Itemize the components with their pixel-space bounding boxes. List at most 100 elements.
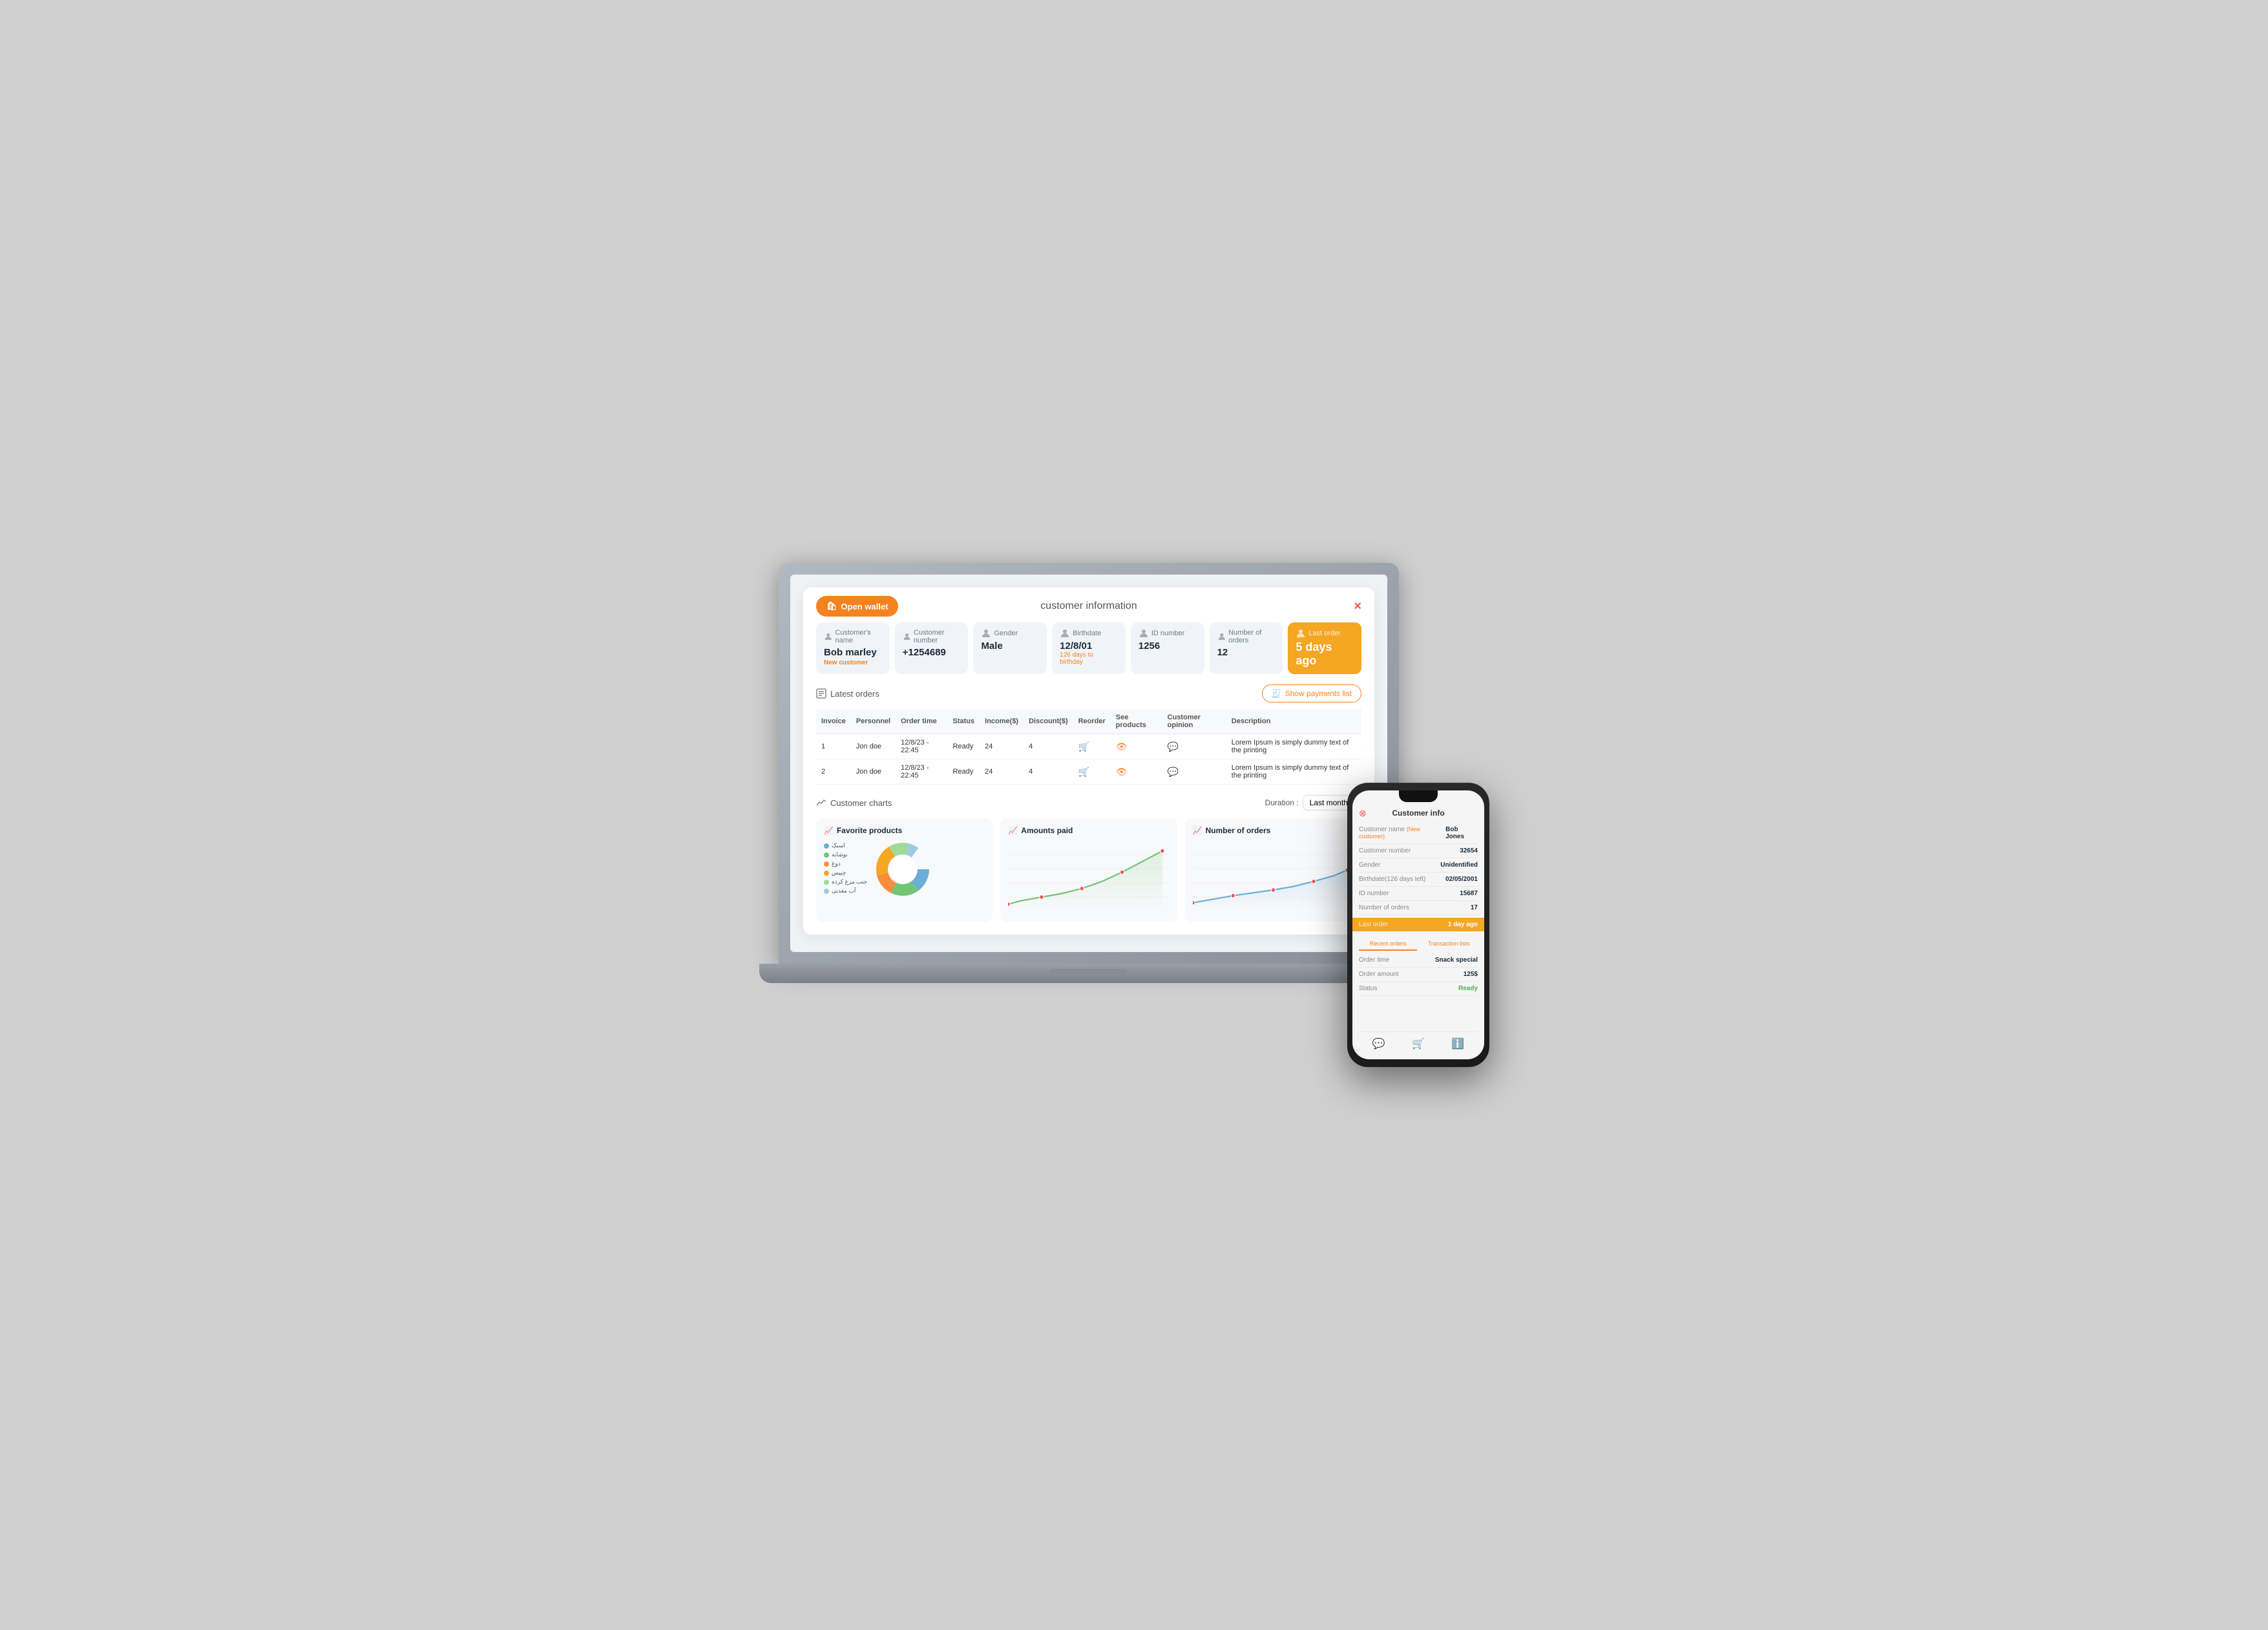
- cell-opinion[interactable]: 💬: [1162, 734, 1226, 759]
- cell-invoice: 2: [816, 759, 851, 785]
- tab-transaction-label: Transaction lists: [1428, 940, 1470, 947]
- phone-birthdate-value: 02/05/2001: [1445, 876, 1478, 883]
- cell-see-products[interactable]: 👁: [1111, 734, 1162, 759]
- show-payments-label: Show payments list: [1285, 689, 1352, 698]
- nav-chat-icon[interactable]: 💬: [1372, 1037, 1385, 1050]
- laptop-body: 🛍 Open wallet customer information × Cus…: [779, 563, 1399, 964]
- phone-row-gender: Gender Unidentified: [1359, 858, 1478, 873]
- info-card-name: Customer's name Bob marley New customer: [816, 622, 890, 674]
- open-wallet-label: Open wallet: [841, 602, 888, 611]
- id-number-value: 1256: [1139, 640, 1197, 651]
- cell-see-products[interactable]: 👁: [1111, 759, 1162, 785]
- tab-recent-orders[interactable]: Recent orders: [1359, 938, 1417, 951]
- chart-icon: 📈: [824, 826, 834, 835]
- table-row: 1 Jon doe 12/8/23 - 22:45 Ready 24 4 🛒 👁…: [816, 734, 1361, 759]
- phone-shell: ⊗ Customer info Customer name (New custo…: [1347, 783, 1489, 1067]
- col-order-time: Order time: [896, 709, 947, 734]
- chart-orders-title: 📈 Number of orders: [1193, 826, 1354, 835]
- phone-bottom-nav: 💬 🛒 ℹ️: [1359, 1032, 1478, 1053]
- col-income: Income($): [980, 709, 1024, 734]
- birthdate-value: 12/8/01: [1060, 640, 1118, 651]
- donut-chart: [874, 840, 932, 898]
- phone-number-label: Customer number: [1359, 847, 1411, 854]
- phone-status: Status Ready: [1359, 982, 1478, 996]
- cell-personnel: Jon doe: [851, 759, 896, 785]
- customer-name-value: Bob marley: [824, 647, 882, 658]
- info-card-name-label: Customer's name: [824, 629, 882, 644]
- latest-orders-header: Latest orders 🧾 Show payments list: [816, 684, 1361, 703]
- cell-status: Ready: [948, 759, 980, 785]
- info-cards: Customer's name Bob marley New customer …: [816, 622, 1361, 674]
- phone: ⊗ Customer info Customer name (New custo…: [1347, 783, 1489, 1067]
- info-card-orders: Number of orders 12: [1210, 622, 1283, 674]
- col-see-products: See products: [1111, 709, 1162, 734]
- chart-icon3: 📈: [1193, 826, 1202, 835]
- birthdate-sub: 126 days to birthday: [1060, 651, 1118, 666]
- nav-info-icon[interactable]: ℹ️: [1451, 1037, 1464, 1050]
- phone-order-time: Order time Snack special: [1359, 953, 1478, 968]
- cell-description: Lorem Ipsum is simply dummy text of the …: [1226, 734, 1361, 759]
- phone-orders-value: 17: [1471, 904, 1478, 911]
- cell-reorder[interactable]: 🛒: [1073, 734, 1111, 759]
- orders-icon: [816, 688, 826, 699]
- cell-discount: 4: [1024, 734, 1073, 759]
- open-wallet-button[interactable]: 🛍 Open wallet: [816, 596, 898, 617]
- phone-row-name: Customer name (New customer) Bob Jones: [1359, 823, 1478, 844]
- chat-icon2: 💬: [1168, 767, 1179, 778]
- info-card-gender: Gender Male: [973, 622, 1047, 674]
- chart-favorite-products: 📈 Favorite products اسنک نوشابه دوغ چیپس…: [816, 818, 992, 922]
- person-icon7: [1296, 629, 1306, 638]
- laptop: 🛍 Open wallet customer information × Cus…: [779, 563, 1399, 1028]
- tab-recent-label: Recent orders: [1370, 940, 1407, 947]
- phone-tabs: Recent orders Transaction lists: [1359, 938, 1478, 951]
- phone-id-value: 15687: [1460, 890, 1478, 897]
- phone-order-amount: Order amount 125$: [1359, 968, 1478, 982]
- phone-name-label: Customer name (New customer): [1359, 826, 1445, 840]
- phone-id-label: ID number: [1359, 890, 1389, 897]
- legend-item: چیپس: [824, 869, 867, 876]
- reorder-icon2: 🛒: [1078, 767, 1089, 778]
- person-icon2: [903, 632, 911, 641]
- close-button[interactable]: ×: [1354, 599, 1361, 614]
- num-orders-chart: [1193, 840, 1354, 911]
- legend-item: اسنک: [824, 842, 867, 849]
- cell-reorder[interactable]: 🛒: [1073, 759, 1111, 785]
- cell-opinion[interactable]: 💬: [1162, 759, 1226, 785]
- person-icon3: [981, 629, 991, 638]
- table-row: 2 Jon doe 12/8/23 - 22:45 Ready 24 4 🛒 👁…: [816, 759, 1361, 785]
- person-icon: [824, 632, 832, 641]
- person-icon5: [1139, 629, 1149, 638]
- latest-orders-title: Latest orders: [816, 688, 879, 699]
- col-discount: Discount($): [1024, 709, 1073, 734]
- show-payments-button[interactable]: 🧾 Show payments list: [1262, 684, 1361, 703]
- phone-gender-value: Unidentified: [1440, 862, 1478, 869]
- table-header-row: Invoice Personnel Order time Status Inco…: [816, 709, 1361, 734]
- phone-close-button[interactable]: ⊗: [1359, 808, 1367, 819]
- phone-order-amount-label: Order amount: [1359, 971, 1399, 978]
- phone-number-value: 32654: [1460, 847, 1478, 854]
- info-card-orders-label: Number of orders: [1217, 629, 1276, 644]
- person-icon4: [1060, 629, 1070, 638]
- col-personnel: Personnel: [851, 709, 896, 734]
- duration-label: Duration :: [1265, 798, 1299, 807]
- cell-income: 24: [980, 759, 1024, 785]
- col-reorder: Reorder: [1073, 709, 1111, 734]
- phone-last-order-row: Last order 1 day ago: [1352, 918, 1484, 931]
- cell-discount: 4: [1024, 759, 1073, 785]
- legend-item: جنب مرغ کرده: [824, 878, 867, 885]
- chart-favorite-title: 📈 Favorite products: [824, 826, 985, 835]
- charts-icon: [816, 798, 826, 808]
- cell-personnel: Jon doe: [851, 734, 896, 759]
- col-opinion: Customer opinion: [1162, 709, 1226, 734]
- phone-header: ⊗ Customer info: [1359, 809, 1478, 818]
- phone-order-time-value: Snack special: [1435, 957, 1478, 964]
- tab-transaction-lists[interactable]: Transaction lists: [1420, 938, 1478, 951]
- nav-cart-icon[interactable]: 🛒: [1412, 1037, 1425, 1050]
- cell-income: 24: [980, 734, 1024, 759]
- duration-value: Last month: [1310, 798, 1348, 807]
- info-card-id-label: ID number: [1139, 629, 1197, 638]
- phone-order-time-label: Order time: [1359, 957, 1389, 964]
- info-card-number-label: Customer number: [903, 629, 961, 644]
- phone-status-label: Status: [1359, 985, 1377, 992]
- laptop-base: [759, 964, 1418, 983]
